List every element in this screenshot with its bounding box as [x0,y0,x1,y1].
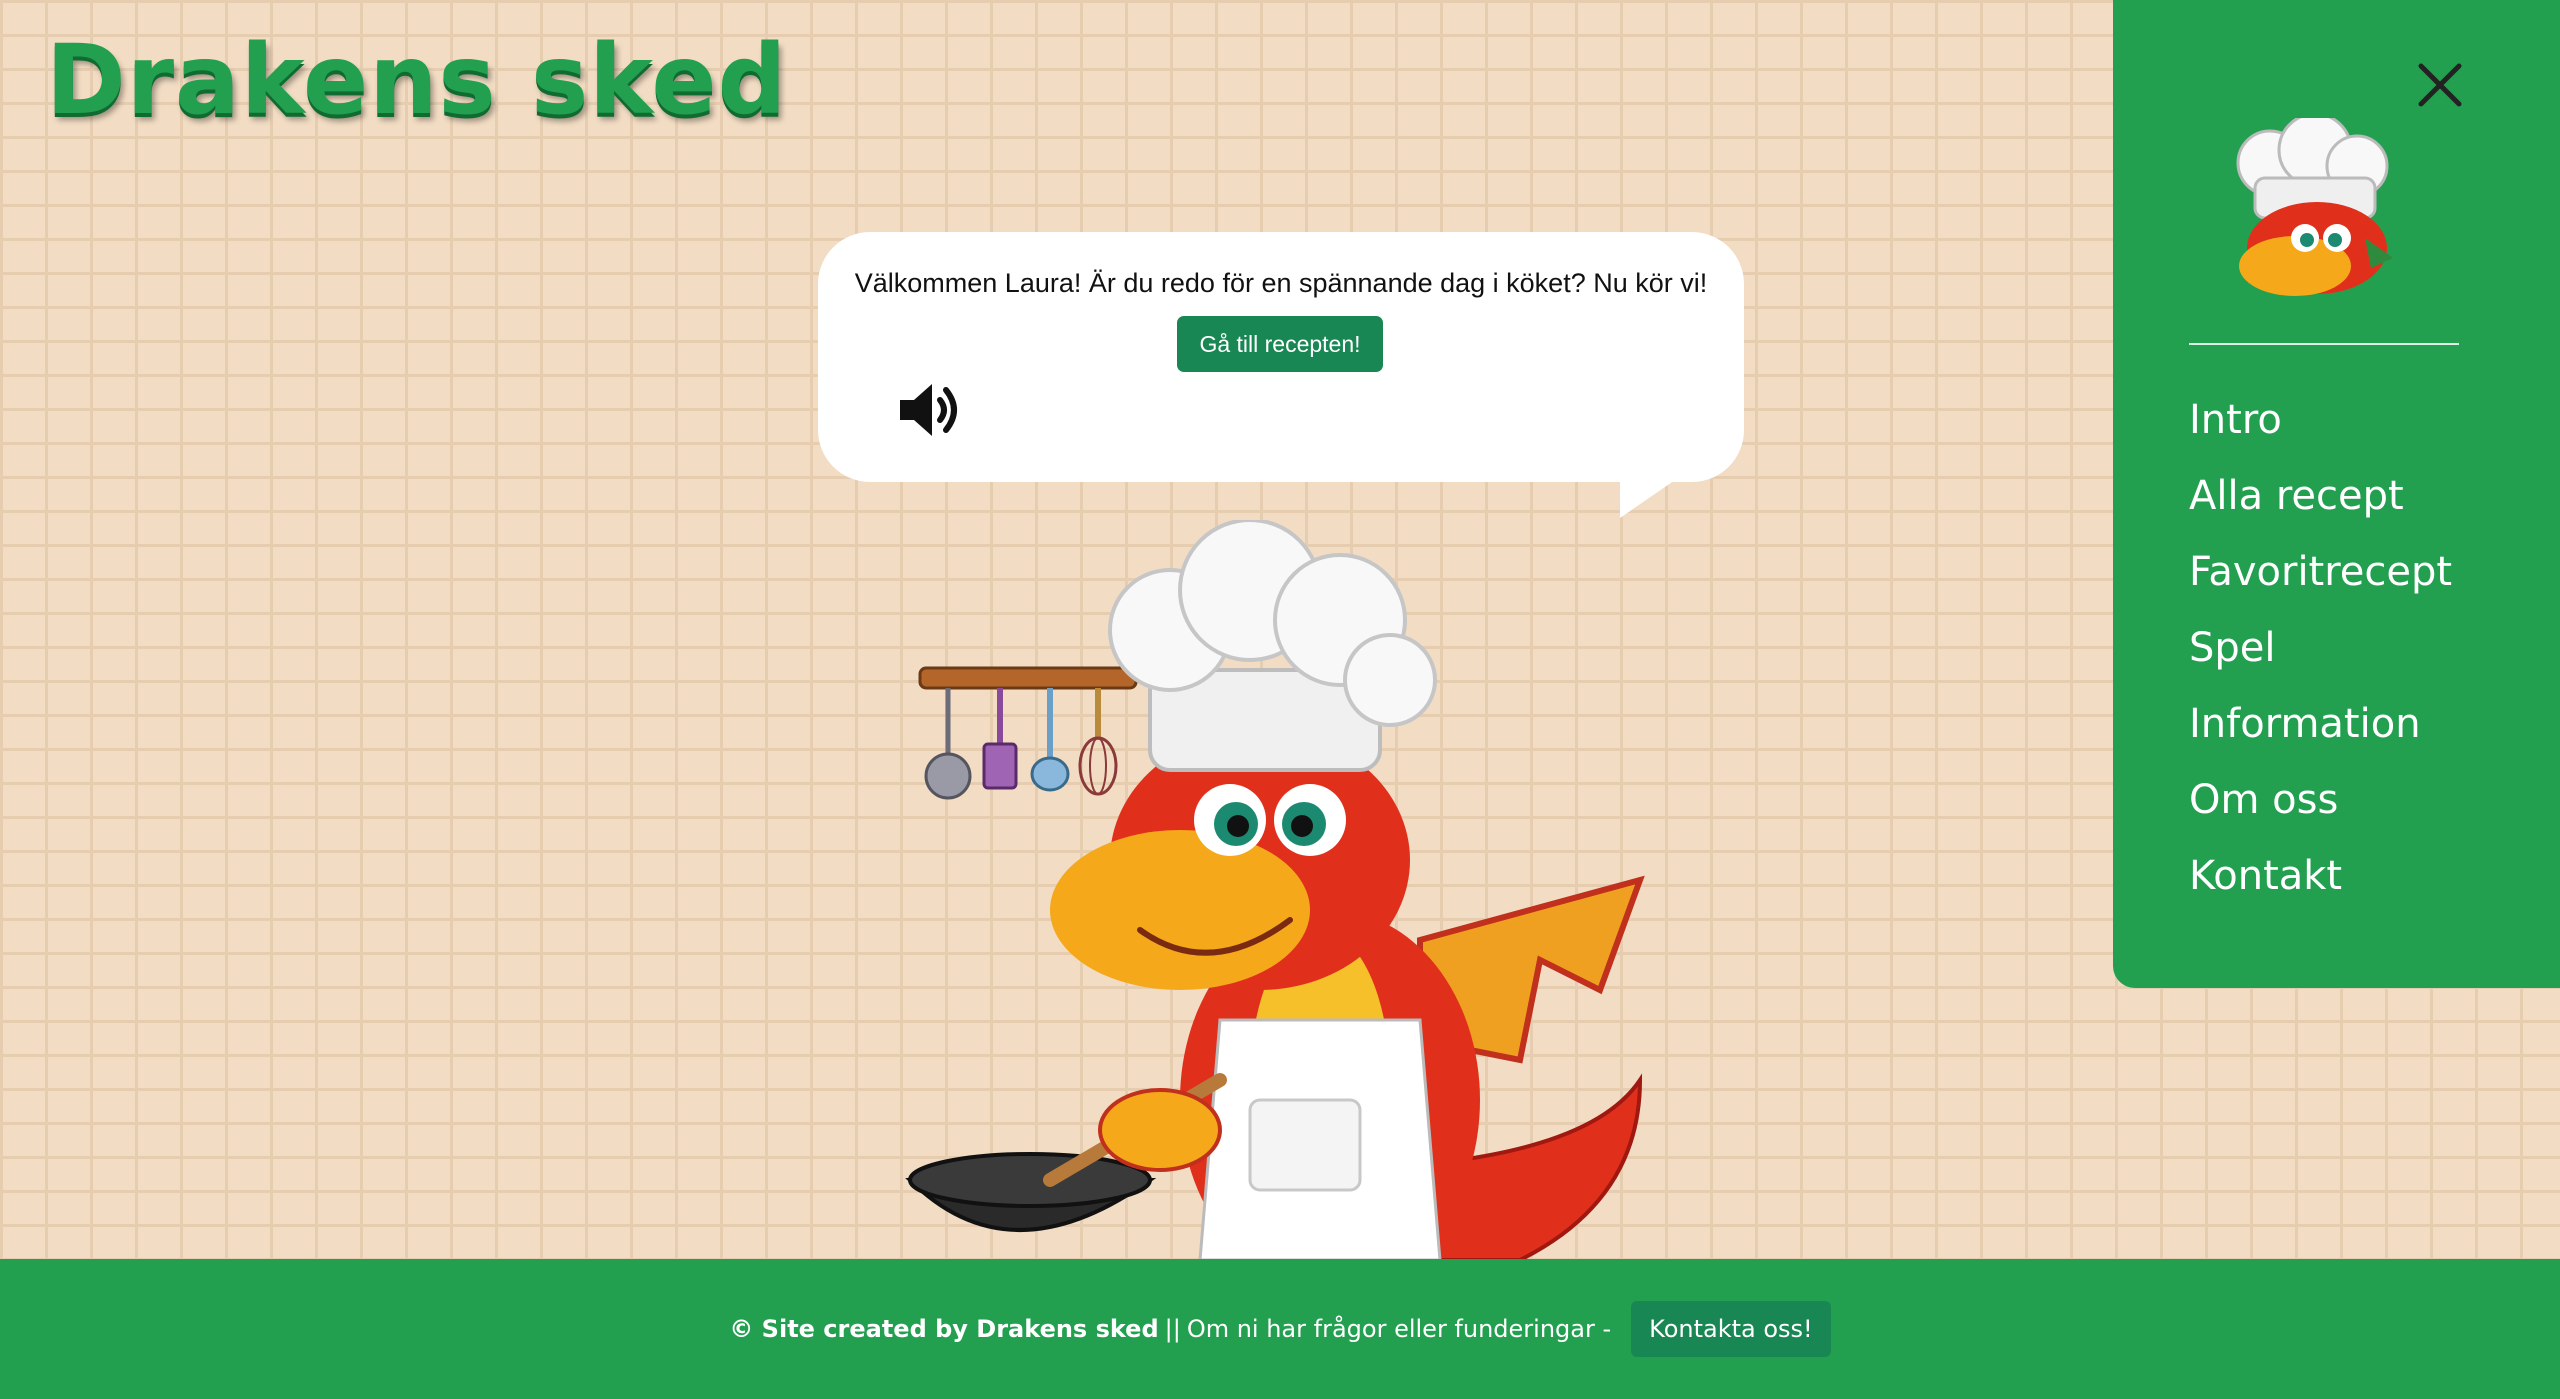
sidebar-item-spel[interactable]: Spel [2189,618,2452,694]
contact-button[interactable]: Kontakta oss! [1631,1301,1831,1357]
sidebar-item-intro[interactable]: Intro [2189,390,2452,466]
footer-separator: || [1164,1315,1181,1343]
dragon-chef-logo[interactable] [2225,118,2395,298]
side-navigation: Intro Alla recept Favoritrecept Spel Inf… [2113,0,2560,988]
sidebar-item-om-oss[interactable]: Om oss [2189,770,2452,846]
sidebar-item-favoritrecept[interactable]: Favoritrecept [2189,542,2452,618]
dragon-chef-illustration [905,520,1645,1260]
footer-credit: © Site created by Drakens sked [729,1315,1159,1343]
sidebar-item-information[interactable]: Information [2189,694,2452,770]
sidebar-divider [2189,343,2459,345]
sidebar-menu: Intro Alla recept Favoritrecept Spel Inf… [2189,390,2452,922]
site-logo[interactable]: Drakens sked [46,32,787,128]
close-icon[interactable] [2413,58,2467,112]
speaker-icon[interactable] [896,378,962,442]
sidebar-item-kontakt[interactable]: Kontakt [2189,846,2452,922]
sidebar-item-alla-recept[interactable]: Alla recept [2189,466,2452,542]
go-to-recipes-button[interactable]: Gå till recepten! [1177,316,1383,372]
footer-message: Om ni har frågor eller funderingar - [1186,1315,1612,1343]
speech-bubble: Välkommen Laura! Är du redo för en spänn… [818,232,1744,518]
footer: © Site created by Drakens sked || Om ni … [0,1259,2560,1399]
greeting-text: Välkommen Laura! Är du redo för en spänn… [854,268,1708,298]
